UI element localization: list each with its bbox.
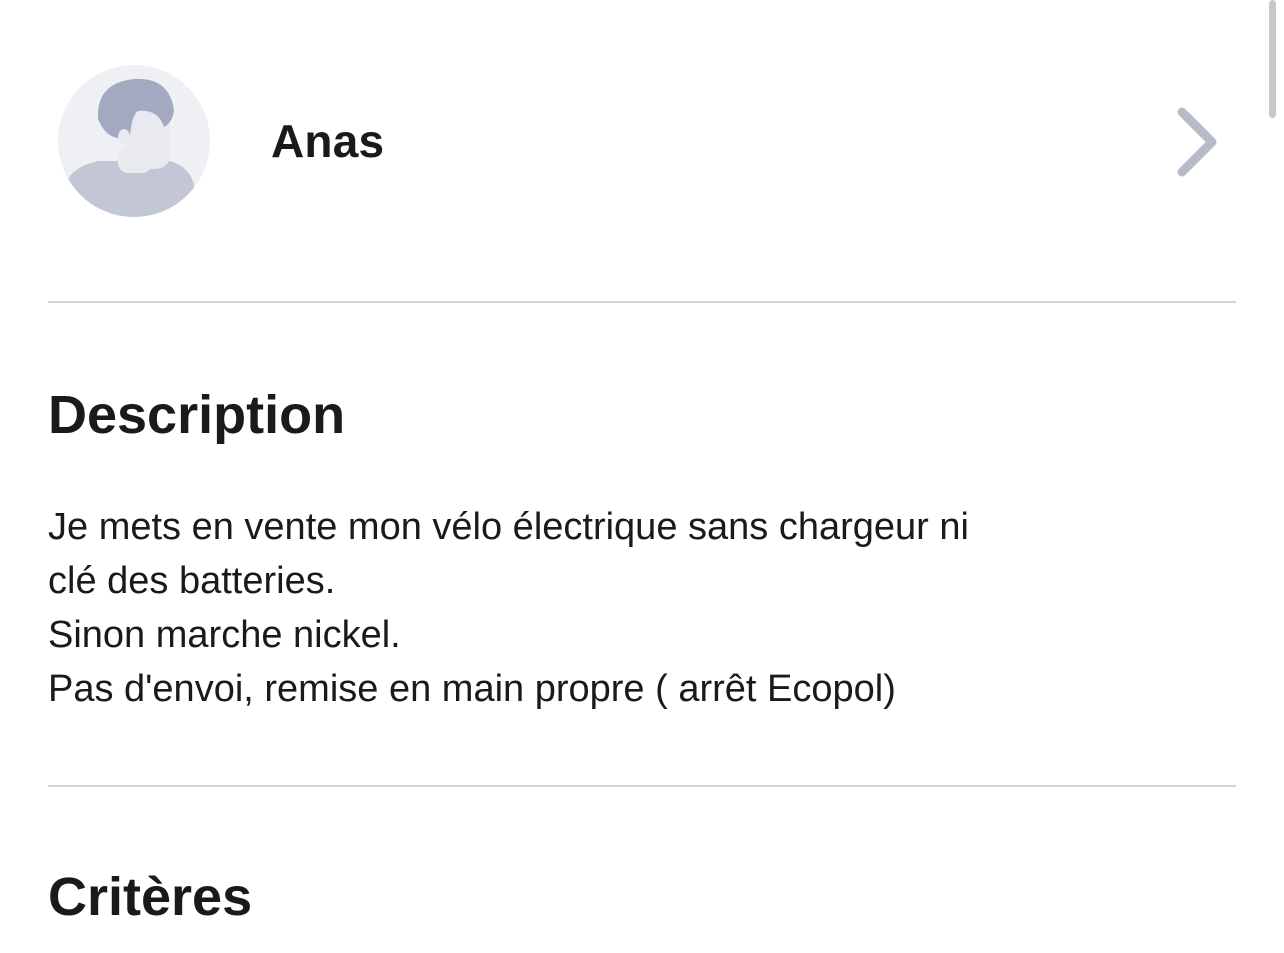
description-line: clé des batteries.: [48, 560, 336, 602]
chevron-right-icon[interactable]: [1172, 102, 1228, 182]
criteria-title: Critères: [48, 867, 253, 927]
divider: [48, 301, 1236, 303]
description-line: Sinon marche nickel.: [48, 614, 401, 656]
divider: [48, 785, 1236, 787]
scrollbar[interactable]: [1269, 0, 1276, 118]
description-text: Je mets en vente mon vélo électrique san…: [48, 500, 1228, 716]
default-person-avatar-icon: [58, 65, 210, 217]
description-title: Description: [48, 385, 346, 445]
seller-profile-row[interactable]: Anas: [48, 50, 1236, 240]
description-line: Pas d'envoi, remise en main propre ( arr…: [48, 668, 896, 710]
description-line: Je mets en vente mon vélo électrique san…: [48, 506, 969, 548]
seller-name[interactable]: Anas: [271, 118, 384, 164]
